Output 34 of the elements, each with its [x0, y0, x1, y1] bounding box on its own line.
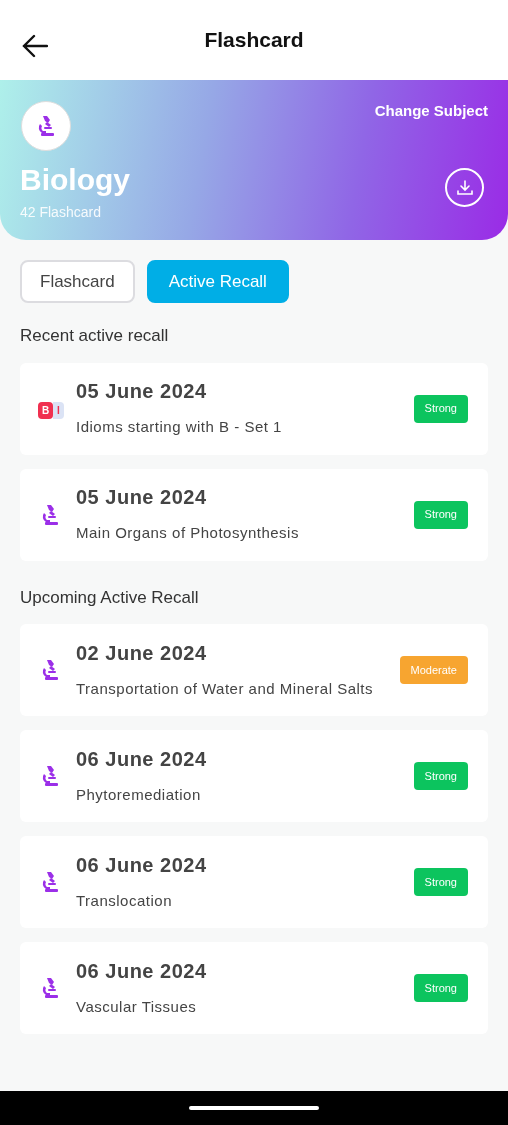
recall-topic: Translocation: [76, 890, 173, 911]
recall-topic: Idioms starting with B - Set 1: [76, 417, 283, 437]
tab[interactable]: Flashcard: [20, 260, 135, 303]
recall-date: 05 June 2024: [76, 379, 208, 404]
recall-date: 06 June 2024: [76, 958, 208, 984]
recall-card[interactable]: 05 June 2024 Main Organs of Photosynthesis Strong: [20, 468, 488, 561]
status-badge: Moderate: [399, 656, 468, 684]
recall-card[interactable]: 06 June 2024 Translocation Strong: [20, 836, 488, 928]
recall-date: 06 June 2024: [76, 746, 208, 772]
status-badge: Strong: [413, 762, 468, 790]
recall-topic: Phytoremediation: [76, 784, 202, 805]
recall-date: 05 June 2024: [76, 485, 208, 510]
status-badge: Strong: [413, 500, 468, 529]
back-arrow-icon[interactable]: [22, 34, 48, 58]
download-button[interactable]: [445, 168, 484, 207]
recall-date: 02 June 2024: [76, 640, 208, 666]
recall-topic: Transportation of Water and Mineral Salts: [76, 678, 374, 699]
change-subject-link[interactable]: Change Subject: [374, 100, 488, 123]
recall-date: 06 June 2024: [76, 852, 208, 878]
status-badge: Strong: [413, 974, 468, 1002]
section-heading: Upcoming Active Recall: [19, 586, 200, 609]
recall-card[interactable]: B I 05 June 2024 Idioms starting with B - Set 1 Strong: [20, 362, 488, 455]
subject-name: Biology: [20, 162, 130, 198]
recall-card[interactable]: 06 June 2024 Phytoremediation Strong: [20, 730, 488, 822]
page-title: Flashcard: [204, 27, 304, 54]
download-icon: [455, 178, 474, 197]
section-heading: Recent active recall: [19, 325, 170, 347]
recall-topic: Vascular Tissues: [76, 996, 198, 1017]
status-badge: Strong: [413, 868, 468, 896]
recall-card[interactable]: 02 June 2024 Transportation of Water and Mineral Salts Moderate: [20, 624, 488, 716]
recall-topic: Main Organs of Photosynthesis: [76, 523, 300, 543]
flashcard-count: 42 Flashcard: [20, 203, 101, 222]
status-badge: Strong: [413, 394, 468, 423]
recall-card[interactable]: 06 June 2024 Vascular Tissues Strong: [20, 942, 488, 1034]
